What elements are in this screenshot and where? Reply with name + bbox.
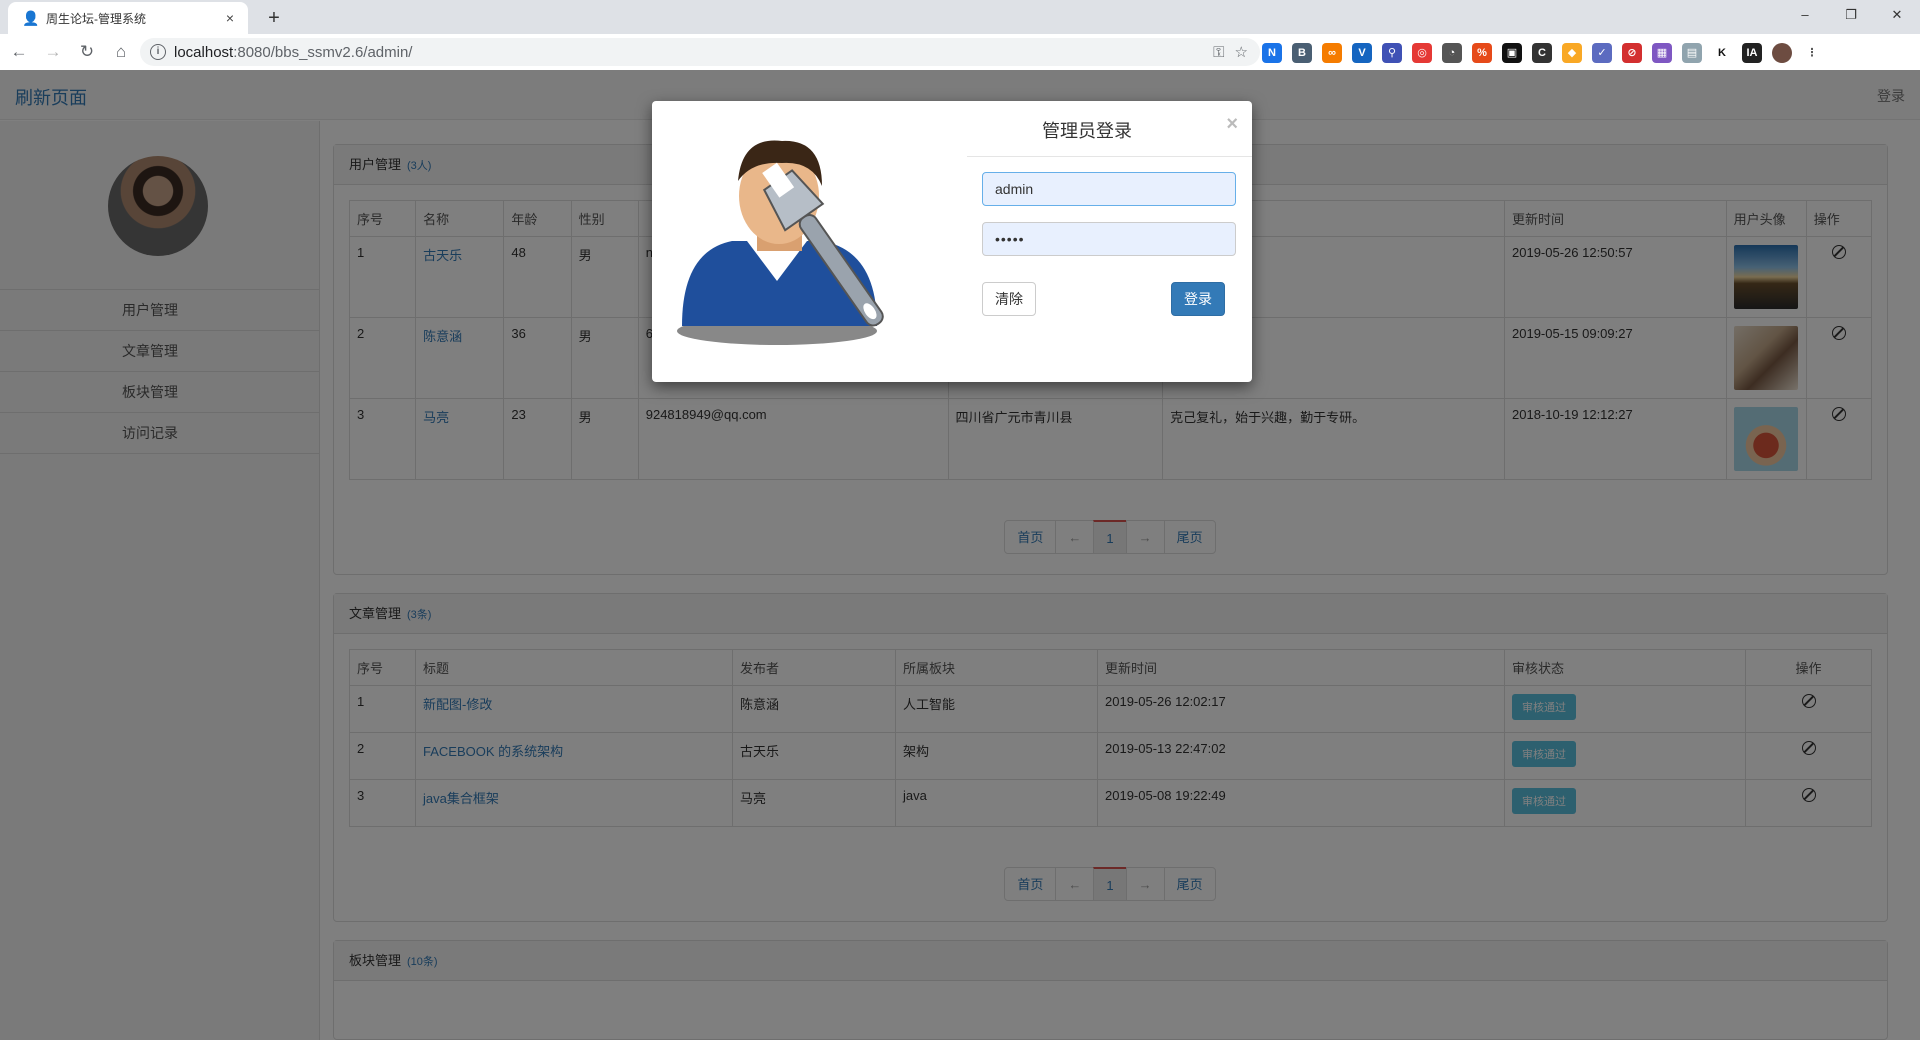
extensions-bar: N B ∞ V ⚲ ◎ ◔ % ▣ C ◆ ✓ ⊘ ▦ ▤ K IA ⋮ xyxy=(1262,42,1822,64)
password-input[interactable] xyxy=(982,222,1236,256)
admin-login-modal: 管理员登录 × 清除 登录 xyxy=(652,101,1252,382)
extension-check-icon[interactable]: ✓ xyxy=(1592,43,1612,63)
clear-button[interactable]: 清除 xyxy=(982,282,1036,316)
extension-v-icon[interactable]: V xyxy=(1352,43,1372,63)
extension-red-icon[interactable]: ◎ xyxy=(1412,43,1432,63)
modal-close-icon[interactable]: × xyxy=(1226,113,1238,136)
extension-b-icon[interactable]: B xyxy=(1292,43,1312,63)
minimize-button[interactable]: – xyxy=(1782,0,1828,30)
tab-strip: 👤 周生论坛-管理系统 × + – ❐ ✕ xyxy=(0,0,1920,34)
extension-square-icon[interactable]: ▣ xyxy=(1502,43,1522,63)
url-host: localhost xyxy=(174,43,234,61)
admin-wrench-illustration xyxy=(677,140,884,345)
extension-k-icon[interactable]: K xyxy=(1712,43,1732,63)
extension-c-icon[interactable]: C xyxy=(1532,43,1552,63)
forward-arrow-icon[interactable]: → xyxy=(38,37,68,67)
extension-infinity-icon[interactable]: ∞ xyxy=(1322,43,1342,63)
new-tab-button[interactable]: + xyxy=(260,4,288,32)
tab-title: 周生论坛-管理系统 xyxy=(46,11,146,26)
back-arrow-icon[interactable]: ← xyxy=(4,37,34,67)
login-button[interactable]: 登录 xyxy=(1171,282,1225,316)
extension-percent-icon[interactable]: % xyxy=(1472,43,1492,63)
window-controls: – ❐ ✕ xyxy=(1782,0,1920,34)
tab-close-icon[interactable]: × xyxy=(222,10,238,26)
extension-gauge-icon[interactable]: ◔ xyxy=(1442,43,1462,63)
modal-header: 管理员登录 × xyxy=(967,101,1252,157)
extension-doc-icon[interactable]: ▤ xyxy=(1682,43,1702,63)
home-icon[interactable]: ⌂ xyxy=(106,37,136,67)
profile-avatar-icon[interactable] xyxy=(1772,43,1792,63)
key-icon[interactable]: ⚿ xyxy=(1213,44,1224,61)
extension-off-icon[interactable]: ⊘ xyxy=(1622,43,1642,63)
url-path: :8080/bbs_ssmv2.6/admin/ xyxy=(233,43,413,61)
browser-tab[interactable]: 👤 周生论坛-管理系统 × xyxy=(8,2,248,34)
menu-kebab-icon[interactable]: ⋮ xyxy=(1802,43,1822,63)
modal-title: 管理员登录 xyxy=(1042,121,1132,141)
reload-icon[interactable]: ↻ xyxy=(72,37,102,67)
extension-ia-icon[interactable]: IA xyxy=(1742,43,1762,63)
browser-toolbar: ← → ↻ ⌂ i localhost:8080/bbs_ssmv2.6/adm… xyxy=(0,34,1920,70)
username-input[interactable] xyxy=(982,172,1236,206)
extension-new-icon[interactable]: N xyxy=(1262,43,1282,63)
extension-shield-icon[interactable]: ◆ xyxy=(1562,43,1582,63)
user-favicon-icon: 👤 xyxy=(22,10,40,26)
browser-chrome: 👤 周生论坛-管理系统 × + – ❐ ✕ ← → ↻ ⌂ i localhos… xyxy=(0,0,1920,70)
restore-button[interactable]: ❐ xyxy=(1828,0,1874,30)
address-bar[interactable]: i localhost:8080/bbs_ssmv2.6/admin/ ⚿ ☆ xyxy=(140,38,1260,66)
extension-person-icon[interactable]: ⚲ xyxy=(1382,43,1402,63)
bookmark-star-icon[interactable]: ☆ xyxy=(1235,43,1248,61)
info-icon[interactable]: i xyxy=(150,44,166,60)
extension-window-icon[interactable]: ▦ xyxy=(1652,43,1672,63)
window-close-button[interactable]: ✕ xyxy=(1874,0,1920,30)
